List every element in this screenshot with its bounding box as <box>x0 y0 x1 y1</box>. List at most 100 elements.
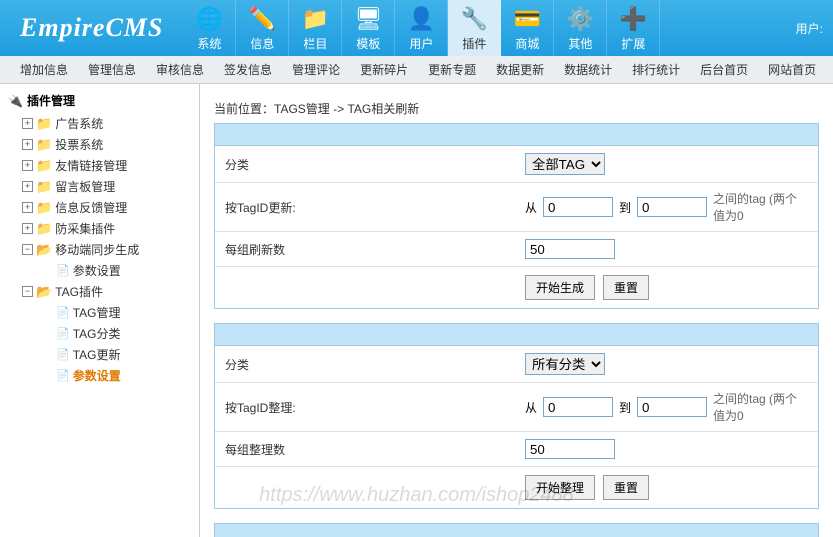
expand-icon[interactable]: + <box>22 181 33 192</box>
input-from[interactable] <box>543 197 613 217</box>
organize-button[interactable]: 开始整理 <box>525 475 595 500</box>
monitor-icon: 🖥 <box>354 5 382 33</box>
nav-shop[interactable]: 💳商城 <box>501 0 554 56</box>
submenu-backend-home[interactable]: 后台首页 <box>700 61 748 78</box>
tree-tag-param[interactable]: 📄参数设置 <box>8 365 191 386</box>
folder-open-icon: 📂 <box>36 242 52 258</box>
tree-anticrawl[interactable]: +📁防采集插件 <box>8 218 191 239</box>
input-count[interactable] <box>525 439 615 459</box>
folder-open-icon: 📂 <box>36 284 52 300</box>
nav-other[interactable]: ⚙️其他 <box>554 0 607 56</box>
expand-icon[interactable]: + <box>22 223 33 234</box>
submenu: 增加信息 管理信息 审核信息 签发信息 管理评论 更新碎片 更新专题 数据更新 … <box>0 56 833 84</box>
submenu-comment[interactable]: 管理评论 <box>292 61 340 78</box>
submenu-fragment[interactable]: 更新碎片 <box>360 61 408 78</box>
tree-vote[interactable]: +📁投票系统 <box>8 134 191 155</box>
tool-icon: 🔧 <box>460 5 488 33</box>
folder-icon: 📁 <box>36 179 52 195</box>
form-generate: 分类全部TAG 按TagID更新:从到之间的tag (两个值为0 每组刷新数 开… <box>214 123 819 309</box>
logo: EmpireCMS <box>0 13 183 43</box>
nav-info[interactable]: ✏️信息 <box>236 0 289 56</box>
tree-ad[interactable]: +📁广告系统 <box>8 113 191 134</box>
nav-extend[interactable]: ➕扩展 <box>607 0 660 56</box>
tree-tag-category[interactable]: 📄TAG分类 <box>8 323 191 344</box>
label-category: 分类 <box>225 356 525 373</box>
tree-feedback[interactable]: +📁信息反馈管理 <box>8 197 191 218</box>
note: 之间的tag (两个值为0 <box>713 390 808 424</box>
submenu-sign[interactable]: 签发信息 <box>224 61 272 78</box>
tree-tag-update[interactable]: 📄TAG更新 <box>8 344 191 365</box>
label-category: 分类 <box>225 156 525 173</box>
nav-system[interactable]: 🌐系统 <box>183 0 236 56</box>
submenu-rank[interactable]: 排行统计 <box>632 61 680 78</box>
user-area: 用户: <box>796 20 833 37</box>
expand-icon[interactable]: + <box>22 118 33 129</box>
input-count[interactable] <box>525 239 615 259</box>
tree-mobile-param[interactable]: 📄参数设置 <box>8 260 191 281</box>
form-header <box>215 324 818 346</box>
folder-icon: 📁 <box>301 5 329 33</box>
input-to[interactable] <box>637 397 707 417</box>
submenu-manage-info[interactable]: 管理信息 <box>88 61 136 78</box>
card-icon: 💳 <box>513 5 541 33</box>
submenu-data-update[interactable]: 数据更新 <box>496 61 544 78</box>
nav-user[interactable]: 👤用户 <box>395 0 448 56</box>
tree-tag-manage[interactable]: 📄TAG管理 <box>8 302 191 323</box>
content: 当前位置：TAGS管理 -> TAG相关刷新 分类全部TAG 按TagID更新:… <box>200 84 833 537</box>
file-icon: 📄 <box>56 369 70 382</box>
submenu-stats[interactable]: 数据统计 <box>564 61 612 78</box>
expand-icon[interactable]: + <box>22 139 33 150</box>
user-icon: 👤 <box>407 5 435 33</box>
file-icon: 📄 <box>56 327 70 340</box>
folder-icon: 📁 <box>36 137 52 153</box>
nav-template[interactable]: 🖥模板 <box>342 0 395 56</box>
sidebar-title: 🔌 插件管理 <box>8 92 191 109</box>
folder-icon: 📁 <box>36 116 52 132</box>
select-category[interactable]: 全部TAG <box>525 153 605 175</box>
edit-icon: ✏️ <box>248 5 276 33</box>
folder-icon: 📁 <box>36 200 52 216</box>
main-nav: 🌐系统 ✏️信息 📁栏目 🖥模板 👤用户 🔧插件 💳商城 ⚙️其他 ➕扩展 <box>183 0 660 56</box>
submenu-audit[interactable]: 审核信息 <box>156 61 204 78</box>
globe-icon: 🌐 <box>195 5 223 33</box>
plugin-icon: 🔌 <box>8 94 23 108</box>
breadcrumb: 当前位置：TAGS管理 -> TAG相关刷新 <box>214 94 819 123</box>
folder-icon: 📁 <box>36 221 52 237</box>
gear-icon: ⚙️ <box>566 5 594 33</box>
tree-tag[interactable]: −📂TAG插件 <box>8 281 191 302</box>
file-icon: 📄 <box>56 264 70 277</box>
reset-button[interactable]: 重置 <box>603 275 649 300</box>
tree-board[interactable]: +📁留言板管理 <box>8 176 191 197</box>
label-count: 每组刷新数 <box>225 241 525 258</box>
nav-plugin[interactable]: 🔧插件 <box>448 0 501 56</box>
tree-mobile[interactable]: −📂移动端同步生成 <box>8 239 191 260</box>
form-organize: 分类所有分类 按TagID整理:从到之间的tag (两个值为0 每组整理数 开始… <box>214 323 819 509</box>
reset-button[interactable]: 重置 <box>603 475 649 500</box>
form-header <box>215 524 818 537</box>
file-icon: 📄 <box>56 306 70 319</box>
expand-icon[interactable]: + <box>22 160 33 171</box>
sidebar: 🔌 插件管理 +📁广告系统 +📁投票系统 +📁友情链接管理 +📁留言板管理 +📁… <box>0 84 200 537</box>
label-tagid: 按TagID更新: <box>225 199 525 216</box>
expand-icon[interactable]: + <box>22 202 33 213</box>
collapse-icon[interactable]: − <box>22 286 33 297</box>
label-count: 每组整理数 <box>225 441 525 458</box>
form-header <box>215 124 818 146</box>
select-category[interactable]: 所有分类 <box>525 353 605 375</box>
plus-icon: ➕ <box>619 5 647 33</box>
submenu-topic[interactable]: 更新专题 <box>428 61 476 78</box>
file-icon: 📄 <box>56 348 70 361</box>
note: 之间的tag (两个值为0 <box>713 190 808 224</box>
submenu-add-info[interactable]: 增加信息 <box>20 61 68 78</box>
nav-column[interactable]: 📁栏目 <box>289 0 342 56</box>
input-from[interactable] <box>543 397 613 417</box>
submenu-site-home[interactable]: 网站首页 <box>768 61 816 78</box>
label-tagid: 按TagID整理: <box>225 399 525 416</box>
collapse-icon[interactable]: − <box>22 244 33 255</box>
folder-icon: 📁 <box>36 158 52 174</box>
input-to[interactable] <box>637 197 707 217</box>
generate-button[interactable]: 开始生成 <box>525 275 595 300</box>
header: EmpireCMS 🌐系统 ✏️信息 📁栏目 🖥模板 👤用户 🔧插件 💳商城 ⚙… <box>0 0 833 56</box>
tree-link[interactable]: +📁友情链接管理 <box>8 155 191 176</box>
form-sync: 分类所有分类 按TagID检查:从到之间的tag (两个值为0 开始同步重置 <box>214 523 819 537</box>
